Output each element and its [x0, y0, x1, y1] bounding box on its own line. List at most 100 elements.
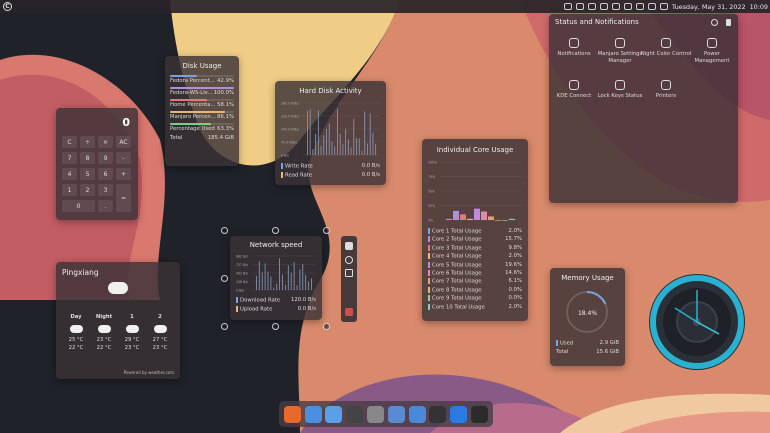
network-tick-label: 982 B/s: [236, 255, 248, 259]
status-item[interactable]: Printers: [640, 80, 692, 100]
calc-button-decimal[interactable]: .: [98, 200, 113, 212]
activity-spike: [323, 135, 325, 155]
network-icon[interactable]: [647, 3, 656, 10]
core-swatch: [428, 286, 430, 293]
weather-credit[interactable]: Powered by weather.com: [124, 370, 174, 375]
status-item[interactable]: Power Management: [686, 38, 738, 64]
clipboard-icon[interactable]: [623, 3, 632, 10]
time-label[interactable]: 10:09: [750, 3, 768, 11]
status-item-label: KDE Connect: [556, 93, 592, 99]
activity-spike: [315, 133, 316, 155]
status-item[interactable]: KDE Connect: [548, 80, 600, 100]
hdd-tick-label: 280.0 KiB/s: [281, 102, 299, 106]
volume-icon[interactable]: [635, 3, 644, 10]
activity-spike: [347, 139, 349, 155]
dock: [279, 401, 493, 427]
chevron-up-icon[interactable]: [659, 3, 668, 10]
calculator-widget: 0 C ÷ × AC 7 8 9 - 4 5 6 + 1 2 3 = 0 .: [56, 108, 138, 220]
core-usage-label: Core 4 Total Usage: [432, 253, 482, 260]
core-usage-row: Core 10 Total Usage 2.0%: [428, 303, 522, 310]
calc-button-9[interactable]: 9: [98, 152, 113, 164]
disk-usage-row: Home Percenta... 58.1%: [170, 99, 234, 108]
resize-icon[interactable]: [345, 269, 353, 277]
core-swatch: [428, 236, 430, 243]
configure-icon[interactable]: [711, 19, 718, 26]
github-icon[interactable]: [346, 405, 364, 423]
files-icon[interactable]: [325, 405, 343, 423]
calc-button-1[interactable]: 1: [62, 184, 77, 196]
cloud-icon: [125, 325, 139, 333]
resize-handle-left[interactable]: [221, 275, 228, 282]
phone-icon[interactable]: [611, 3, 620, 10]
calc-button-clear[interactable]: C: [62, 136, 77, 148]
calc-button-0[interactable]: 0: [62, 200, 95, 212]
resize-handle-top-right[interactable]: [323, 227, 330, 234]
resize-handle-bottom-right[interactable]: [323, 323, 330, 330]
power-icon[interactable]: [575, 3, 584, 10]
appstore-icon[interactable]: [450, 405, 468, 423]
activity-spike: [337, 108, 338, 155]
hdd-tick-label: 70.0 KiB/s: [281, 141, 297, 145]
forecast-day: Day 25 °C 22 °C: [64, 314, 88, 351]
browser-icon[interactable]: [304, 405, 322, 423]
printer-icon: [661, 80, 671, 90]
resize-handle-top[interactable]: [272, 227, 279, 234]
activity-spike: [290, 272, 292, 290]
calc-button-equals[interactable]: =: [116, 184, 131, 212]
network-download-row: Download Rate 120.0 B/s: [236, 297, 316, 304]
printer-icon[interactable]: [599, 3, 608, 10]
calc-button-multiply[interactable]: ×: [98, 136, 113, 148]
calc-button-8[interactable]: 8: [80, 152, 95, 164]
core-usage-label: Core 6 Total Usage: [432, 270, 482, 277]
inkscape-icon[interactable]: [429, 405, 447, 423]
pin-icon[interactable]: [726, 19, 731, 26]
core-usage-row: Core 8 Total Usage 0.0%: [428, 286, 522, 293]
activity-spike: [308, 281, 309, 290]
calc-button-4[interactable]: 4: [62, 168, 77, 180]
status-item[interactable]: Manjaro Settings Manager: [594, 38, 646, 64]
folder-icon[interactable]: [408, 405, 426, 423]
status-item[interactable]: Night Color Control: [640, 38, 692, 58]
remove-icon[interactable]: [345, 308, 353, 316]
status-item[interactable]: Lock Keys Status: [594, 80, 646, 100]
status-item[interactable]: Notifications: [548, 38, 600, 58]
calc-button-all-clear[interactable]: AC: [116, 136, 131, 148]
firefox-icon[interactable]: [283, 405, 301, 423]
calc-button-minus[interactable]: -: [116, 152, 131, 164]
activity-spike: [258, 261, 260, 290]
figma-icon[interactable]: [471, 405, 489, 423]
activity-spike: [372, 132, 374, 155]
calc-button-2[interactable]: 2: [80, 184, 95, 196]
resize-handle-top-left[interactable]: [221, 227, 228, 234]
power-icon: [707, 38, 717, 48]
resize-handle-bottom[interactable]: [272, 323, 279, 330]
files2-icon[interactable]: [387, 405, 405, 423]
activity-spike: [326, 128, 327, 155]
resize-handle-bottom-left[interactable]: [221, 323, 228, 330]
hdd-read-value: 0.0 B/s: [361, 171, 380, 178]
calc-button-7[interactable]: 7: [62, 152, 77, 164]
activity-spike: [328, 123, 330, 155]
network-speed-widget[interactable]: Network speed 982 B/s 737 B/s 491 B/s 246 B…: [230, 236, 322, 320]
settings-icon[interactable]: [367, 405, 385, 423]
calc-button-plus[interactable]: +: [116, 168, 131, 180]
activity-spike: [256, 275, 257, 290]
calc-button-3[interactable]: 3: [98, 184, 113, 196]
settings-icon[interactable]: [345, 256, 353, 264]
disk-usage-row: Percentage Used 63.3%: [170, 123, 234, 132]
core-usage-label: Core 1 Total Usage: [432, 228, 482, 235]
move-icon[interactable]: [345, 242, 353, 250]
calc-button-divide[interactable]: ÷: [80, 136, 95, 148]
network-tick-label: 246 B/s: [236, 280, 248, 284]
keyboard-icon[interactable]: [587, 3, 596, 10]
status-item-label: Lock Keys Status: [597, 93, 643, 99]
core-usage-label: Core 3 Total Usage: [432, 245, 482, 252]
clock-face: [649, 274, 745, 370]
date-label[interactable]: Tuesday, May 31, 2022: [672, 3, 746, 11]
application-launcher-icon[interactable]: C: [3, 2, 12, 11]
calc-button-5[interactable]: 5: [80, 168, 95, 180]
shield-icon[interactable]: [563, 3, 572, 10]
forecast-day-name: Day: [70, 314, 82, 320]
core-title: Individual Core Usage: [436, 146, 514, 154]
calc-button-6[interactable]: 6: [98, 168, 113, 180]
